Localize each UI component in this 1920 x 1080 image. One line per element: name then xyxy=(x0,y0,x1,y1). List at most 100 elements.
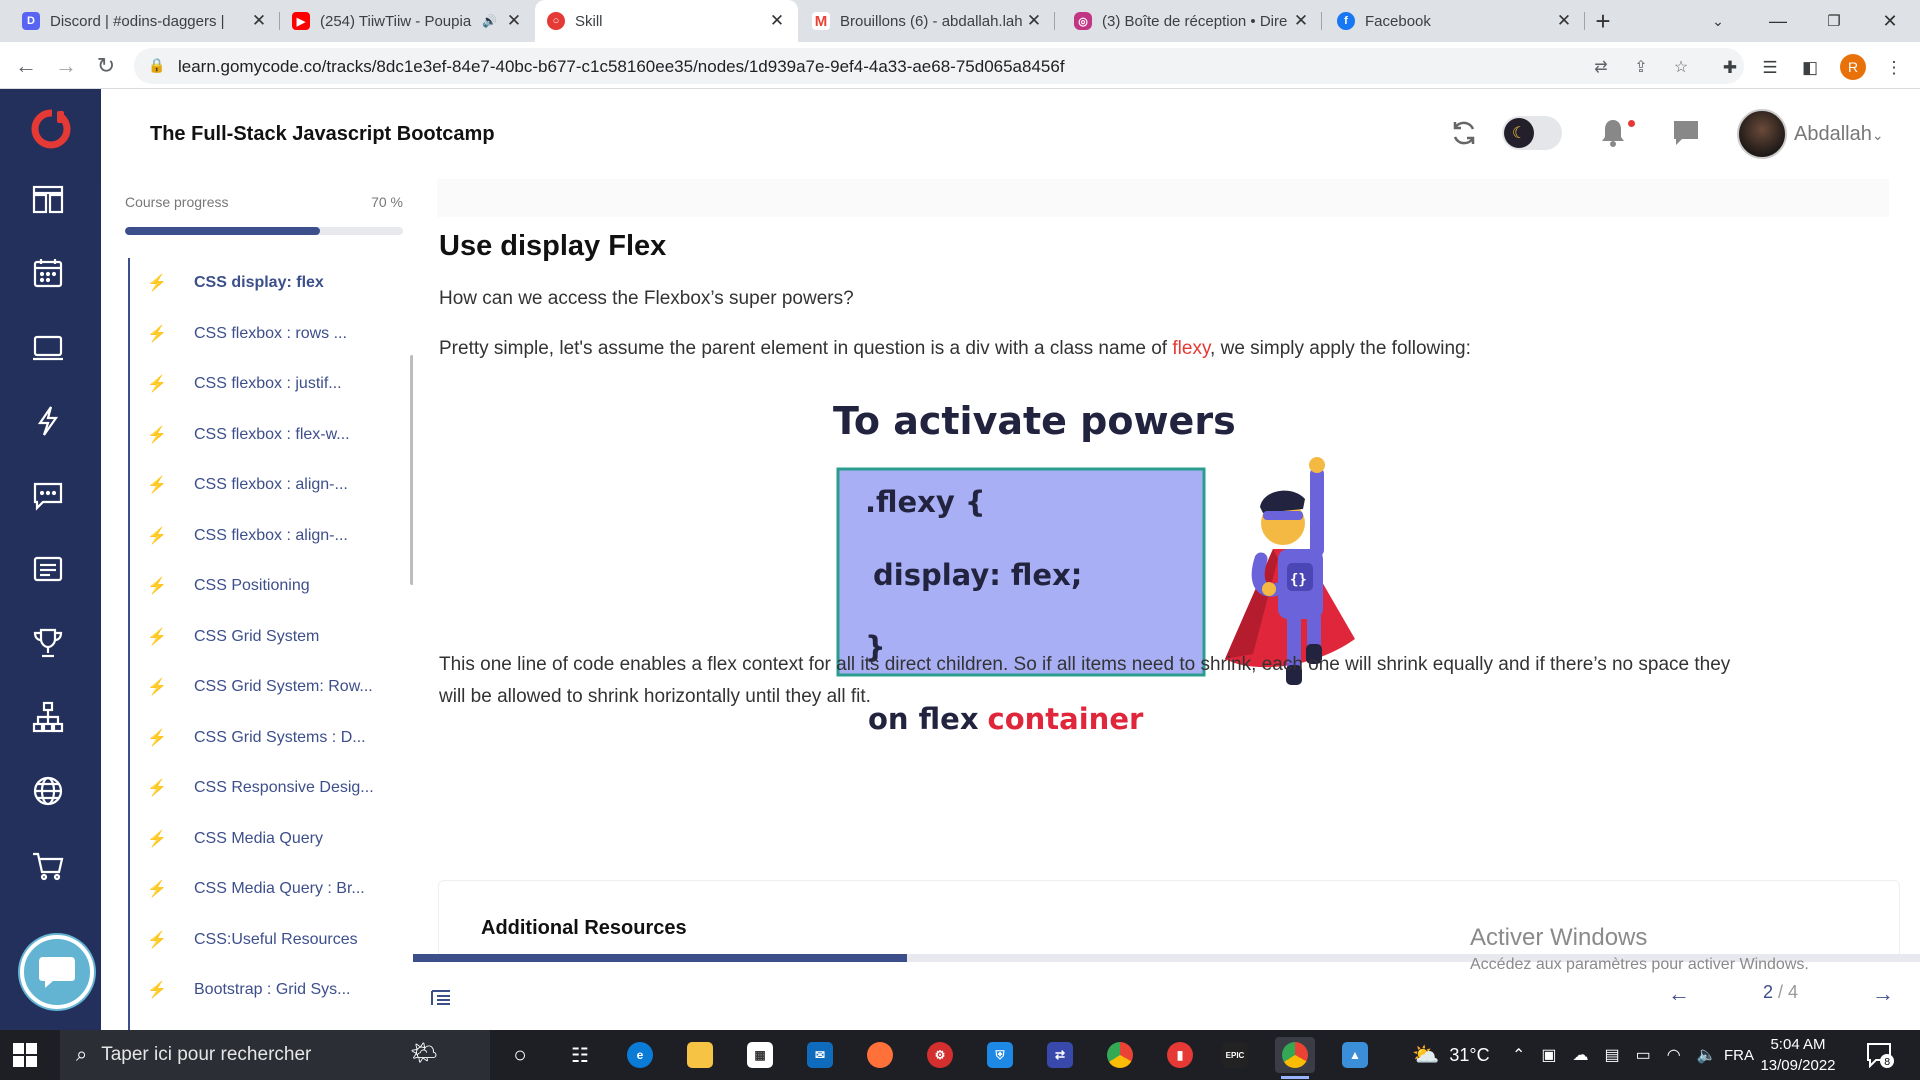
tab-gmail[interactable]: M Brouillons (6) - abdallah.lah ✕ xyxy=(800,0,1055,42)
epic-games-icon[interactable]: EPIC xyxy=(1215,1037,1255,1073)
media-queue-icon[interactable]: ☰ xyxy=(1758,56,1782,80)
audio-icon[interactable]: 🔊 xyxy=(482,14,497,28)
photos-icon[interactable]: ▲ xyxy=(1335,1037,1375,1073)
lesson-item[interactable]: ⚡ CSS display: flex xyxy=(130,258,413,308)
tab-facebook[interactable]: f Facebook ✕ xyxy=(1325,0,1585,42)
dark-mode-toggle[interactable]: ☾ xyxy=(1502,116,1562,150)
user-avatar[interactable] xyxy=(1737,109,1787,159)
laptop-icon[interactable] xyxy=(28,327,68,367)
document-icon[interactable] xyxy=(28,549,68,589)
translator-icon[interactable]: ⇄ xyxy=(1040,1037,1080,1073)
close-icon[interactable]: ✕ xyxy=(1292,11,1310,31)
url-text[interactable]: learn.gomycode.co/tracks/8dc1e3ef-84e7-4… xyxy=(178,57,1065,77)
widgets-icon[interactable]: ☷ xyxy=(560,1037,600,1073)
share-icon[interactable]: ⇪ xyxy=(1630,56,1652,78)
user-menu[interactable]: Abdallah⌄ xyxy=(1794,123,1884,146)
lesson-item[interactable]: ⚡ CSS Grid Systems : D... xyxy=(130,713,413,763)
display-icon[interactable]: ▤ xyxy=(1605,1045,1620,1065)
previous-page-button[interactable]: ← xyxy=(1649,974,1709,1014)
bolt-icon[interactable] xyxy=(28,401,68,441)
notification-count: 8 xyxy=(1884,1057,1890,1068)
windows-start-icon[interactable] xyxy=(12,1042,38,1068)
refresh-icon[interactable] xyxy=(1444,113,1484,153)
close-icon[interactable]: ✕ xyxy=(250,11,268,31)
lesson-item[interactable]: ⚡ CSS flexbox : flex-w... xyxy=(130,410,413,460)
defender-icon[interactable]: ⛨ xyxy=(980,1037,1020,1073)
battery-icon[interactable]: ▭ xyxy=(1636,1045,1651,1065)
reload-button[interactable]: ↻ xyxy=(90,50,122,82)
chrome-icon[interactable] xyxy=(1100,1037,1140,1073)
minimize-button[interactable]: — xyxy=(1750,0,1806,42)
messages-icon[interactable] xyxy=(1666,113,1706,153)
tab-discord[interactable]: D Discord | #odins-daggers | ✕ xyxy=(10,0,280,42)
tab-skill[interactable]: ○ Skill ✕ xyxy=(535,0,798,42)
lesson-item[interactable]: ⚡ CSS Responsive Desig... xyxy=(130,763,413,813)
close-icon[interactable]: ✕ xyxy=(1025,11,1043,31)
close-window-button[interactable]: ✕ xyxy=(1862,0,1918,42)
back-button[interactable]: ← xyxy=(10,50,42,82)
restore-button[interactable]: ❐ xyxy=(1806,0,1862,42)
lesson-item[interactable]: ⚡ CSS flexbox : align-... xyxy=(130,511,413,561)
close-icon[interactable]: ✕ xyxy=(505,11,523,31)
clock[interactable]: 5:04 AM 13/09/2022 xyxy=(1756,1034,1840,1076)
browser-menu-icon[interactable]: ⋮ xyxy=(1882,56,1906,80)
dashboard-icon[interactable] xyxy=(28,179,68,219)
outline-icon[interactable] xyxy=(423,980,459,1016)
chevron-up-icon[interactable]: ⌃ xyxy=(1512,1045,1525,1065)
chat-icon[interactable] xyxy=(28,475,68,515)
media-app-icon[interactable]: ▮ xyxy=(1160,1037,1200,1073)
close-icon[interactable]: ✕ xyxy=(768,11,786,31)
store-icon[interactable]: ▦ xyxy=(740,1037,780,1073)
lesson-item[interactable]: ⚡ CSS:Useful Resources xyxy=(130,915,413,965)
lesson-item[interactable]: ⚡ CSS flexbox : rows ... xyxy=(130,309,413,359)
gomycode-logo[interactable] xyxy=(30,107,72,149)
omnibox[interactable]: 🔒 learn.gomycode.co/tracks/8dc1e3ef-84e7… xyxy=(134,48,1744,84)
lock-icon[interactable]: 🔒 xyxy=(148,57,165,74)
calendar-icon[interactable] xyxy=(28,253,68,293)
close-icon[interactable]: ✕ xyxy=(1555,11,1573,31)
lesson-item[interactable]: ⚡ CSS Positioning xyxy=(130,561,413,611)
cart-icon[interactable] xyxy=(28,845,68,885)
globe-icon[interactable] xyxy=(28,771,68,811)
tab-search-chevron-icon[interactable]: ⌄ xyxy=(1690,0,1746,42)
code-line-1: .flexy { xyxy=(865,485,986,519)
next-page-button[interactable]: → xyxy=(1853,974,1913,1014)
mail-icon[interactable]: ✉ xyxy=(800,1037,840,1073)
progress-label: Course progress xyxy=(125,194,229,210)
translate-icon[interactable]: ⇄ xyxy=(1590,56,1612,78)
volume-icon[interactable]: 🔈 xyxy=(1697,1045,1717,1065)
lesson-item[interactable]: ⚡ CSS flexbox : align-... xyxy=(130,460,413,510)
taskbar-search[interactable]: ⌕ Taper ici pour rechercher 🌤 xyxy=(60,1030,490,1080)
new-tab-button[interactable]: + xyxy=(1583,0,1623,42)
bookmark-star-icon[interactable]: ☆ xyxy=(1670,56,1692,78)
meet-icon[interactable]: ▣ xyxy=(1541,1045,1556,1065)
file-explorer-icon[interactable] xyxy=(680,1037,720,1073)
lesson-item[interactable]: ⚡ CSS Grid System xyxy=(130,612,413,662)
side-panel-icon[interactable]: ◧ xyxy=(1798,56,1822,80)
task-view-icon[interactable]: ○ xyxy=(500,1037,540,1073)
lesson-item[interactable]: ⚡ Bootstrap : Grid Sys... xyxy=(130,965,413,1015)
chrome-profile-icon[interactable] xyxy=(1275,1037,1315,1079)
onedrive-icon[interactable]: ☁ xyxy=(1573,1045,1589,1065)
bolt-icon: ⚡ xyxy=(147,275,167,292)
profile-avatar[interactable]: R xyxy=(1840,54,1866,80)
weather-widget[interactable]: ⛅ 31°C xyxy=(1412,1030,1490,1080)
edge-icon[interactable]: e xyxy=(620,1037,660,1073)
language-indicator[interactable]: FRA xyxy=(1724,1030,1754,1080)
hierarchy-icon[interactable] xyxy=(28,697,68,737)
tab-instagram[interactable]: ◎ (3) Boîte de réception • Dire ✕ xyxy=(1062,0,1322,42)
lesson-item[interactable]: ⚡ CSS Media Query xyxy=(130,814,413,864)
tab-youtube[interactable]: ▶ (254) TiiwTiiw - Poupia 🔊 ✕ xyxy=(280,0,535,42)
forward-button[interactable]: → xyxy=(50,50,82,82)
support-chat-button[interactable] xyxy=(20,935,94,1009)
lesson-item[interactable]: ⚡ CSS flexbox : justif... xyxy=(130,359,413,409)
trophy-icon[interactable] xyxy=(28,623,68,663)
wifi-icon[interactable]: ◠ xyxy=(1667,1045,1681,1065)
antivirus-icon[interactable]: ⚙ xyxy=(920,1037,960,1073)
notification-center-icon[interactable]: 8 xyxy=(1866,1042,1894,1068)
extensions-icon[interactable]: ✚ xyxy=(1718,56,1742,80)
firefox-icon[interactable] xyxy=(860,1037,900,1073)
lesson-item[interactable]: ⚡ CSS Media Query : Br... xyxy=(130,864,413,914)
lesson-item[interactable]: ⚡ CSS Grid System: Row... xyxy=(130,662,413,712)
bell-icon[interactable] xyxy=(1593,113,1633,153)
